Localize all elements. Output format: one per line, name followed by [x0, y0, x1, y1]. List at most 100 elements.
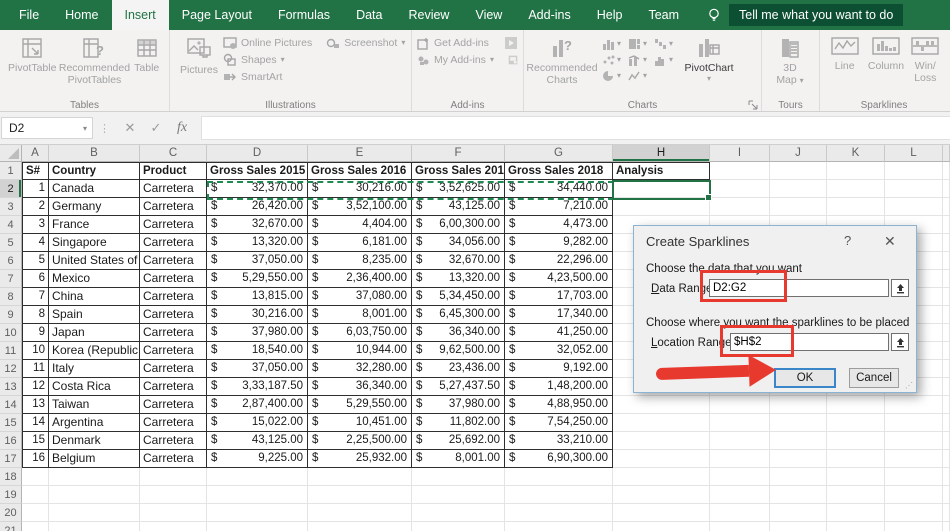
cell-C18[interactable]	[140, 468, 207, 486]
cell-A3[interactable]: 2	[22, 198, 49, 216]
cell-D10[interactable]: $37,980.00	[207, 324, 308, 342]
cell-G1[interactable]: Gross Sales 2018	[505, 162, 613, 180]
cell-B3[interactable]: Germany	[49, 198, 140, 216]
cell-B14[interactable]: Taiwan	[49, 396, 140, 414]
cell-E11[interactable]: $10,944.00	[308, 342, 412, 360]
cell-J14[interactable]	[770, 396, 827, 414]
cell-C16[interactable]: Carretera	[140, 432, 207, 450]
cell-F5[interactable]: $34,056.00	[412, 234, 505, 252]
cell-F15[interactable]: $11,802.00	[412, 414, 505, 432]
cell-B7[interactable]: Mexico	[49, 270, 140, 288]
cell-B20[interactable]	[49, 504, 140, 522]
cell-F18[interactable]	[412, 468, 505, 486]
cell-E6[interactable]: $8,235.00	[308, 252, 412, 270]
cell-G10[interactable]: $41,250.00	[505, 324, 613, 342]
cell-L15[interactable]	[885, 414, 943, 432]
cell-G2[interactable]: $34,440.00	[505, 180, 613, 198]
cell-I19[interactable]	[710, 486, 770, 504]
formula-input[interactable]	[201, 116, 950, 140]
cell-A18[interactable]	[22, 468, 49, 486]
cell-B16[interactable]: Denmark	[49, 432, 140, 450]
cell-x7[interactable]	[943, 270, 950, 288]
cell-B1[interactable]: Country	[49, 162, 140, 180]
tab-add-ins[interactable]: Add-ins	[515, 0, 583, 30]
cell-G3[interactable]: $7,210.00	[505, 198, 613, 216]
cell-D19[interactable]	[207, 486, 308, 504]
cell-D16[interactable]: $43,125.00	[207, 432, 308, 450]
cell-x9[interactable]	[943, 306, 950, 324]
cell-J18[interactable]	[770, 468, 827, 486]
table-button[interactable]: Table	[129, 33, 164, 76]
online-pictures-button[interactable]: Online Pictures	[223, 36, 312, 50]
row-header-20[interactable]: 20	[0, 504, 22, 522]
select-all-corner[interactable]	[0, 145, 22, 162]
tab-page-layout[interactable]: Page Layout	[169, 0, 265, 30]
cell-D5[interactable]: $13,320.00	[207, 234, 308, 252]
cell-L16[interactable]	[885, 432, 943, 450]
tab-insert[interactable]: Insert	[112, 0, 169, 30]
tab-team[interactable]: Team	[635, 0, 692, 30]
cell-I1[interactable]	[710, 162, 770, 180]
cell-B11[interactable]: Korea (Republic	[49, 342, 140, 360]
cell-G5[interactable]: $9,282.00	[505, 234, 613, 252]
cell-I2[interactable]	[710, 180, 770, 198]
cell-L21[interactable]	[885, 522, 943, 531]
cell-J2[interactable]	[770, 180, 827, 198]
cell-D3[interactable]: $26,420.00	[207, 198, 308, 216]
cell-H20[interactable]	[613, 504, 710, 522]
cell-A15[interactable]: 14	[22, 414, 49, 432]
cell-I18[interactable]	[710, 468, 770, 486]
confirm-entry-icon[interactable]: ✓	[143, 120, 169, 136]
cell-K3[interactable]	[827, 198, 885, 216]
cell-H15[interactable]	[613, 414, 710, 432]
cell-B21[interactable]	[49, 522, 140, 531]
cell-B8[interactable]: China	[49, 288, 140, 306]
cell-D7[interactable]: $5,29,550.00	[207, 270, 308, 288]
insert-function-icon[interactable]: fx	[169, 120, 195, 136]
cell-C8[interactable]: Carretera	[140, 288, 207, 306]
cell-D12[interactable]: $37,050.00	[207, 360, 308, 378]
cell-E5[interactable]: $6,181.00	[308, 234, 412, 252]
close-icon[interactable]: ✕	[884, 233, 896, 250]
cell-C21[interactable]	[140, 522, 207, 531]
cell-F4[interactable]: $6,00,300.00	[412, 216, 505, 234]
cell-A14[interactable]: 13	[22, 396, 49, 414]
cell-C17[interactable]: Carretera	[140, 450, 207, 468]
cell-E4[interactable]: $4,404.00	[308, 216, 412, 234]
tab-view[interactable]: View	[462, 0, 515, 30]
row-header-6[interactable]: 6	[0, 252, 22, 270]
3d-map-button[interactable]: 3D Map ▾	[767, 33, 813, 88]
cell-F14[interactable]: $37,980.00	[412, 396, 505, 414]
cell-I17[interactable]	[710, 450, 770, 468]
cell-G18[interactable]	[505, 468, 613, 486]
tab-help[interactable]: Help	[584, 0, 636, 30]
row-header-1[interactable]: 1	[0, 162, 22, 180]
column-header-D[interactable]: D	[207, 145, 308, 162]
cell-G11[interactable]: $32,052.00	[505, 342, 613, 360]
cell-A6[interactable]: 5	[22, 252, 49, 270]
cell-G14[interactable]: $4,88,950.00	[505, 396, 613, 414]
cell-G17[interactable]: $6,90,300.00	[505, 450, 613, 468]
cell-A4[interactable]: 3	[22, 216, 49, 234]
cell-J17[interactable]	[770, 450, 827, 468]
cell-F12[interactable]: $23,436.00	[412, 360, 505, 378]
column-header-L[interactable]: L	[885, 145, 943, 162]
cell-J19[interactable]	[770, 486, 827, 504]
cell-I20[interactable]	[710, 504, 770, 522]
cell-C10[interactable]: Carretera	[140, 324, 207, 342]
cell-K2[interactable]	[827, 180, 885, 198]
smartart-button[interactable]: SmartArt	[223, 70, 405, 84]
cell-L19[interactable]	[885, 486, 943, 504]
column-header-C[interactable]: C	[140, 145, 207, 162]
cell-L3[interactable]	[885, 198, 943, 216]
cell-C6[interactable]: Carretera	[140, 252, 207, 270]
cell-E3[interactable]: $3,52,100.00	[308, 198, 412, 216]
column-header-F[interactable]: F	[412, 145, 505, 162]
cell-x10[interactable]	[943, 324, 950, 342]
cell-H17[interactable]	[613, 450, 710, 468]
cell-E10[interactable]: $6,03,750.00	[308, 324, 412, 342]
column-header-I[interactable]: I	[710, 145, 770, 162]
tab-file[interactable]: File	[6, 0, 52, 30]
cell-F2[interactable]: $3,52,625.00	[412, 180, 505, 198]
cell-D6[interactable]: $37,050.00	[207, 252, 308, 270]
